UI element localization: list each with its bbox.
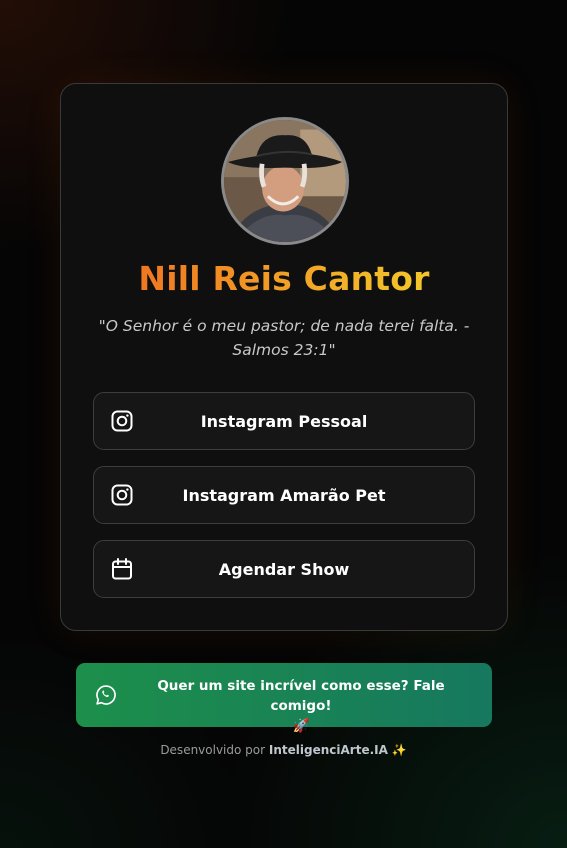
footer-brand-link[interactable]: InteligenciArte.IA [269,743,388,757]
instagram-pessoal-button[interactable]: Instagram Pessoal [93,392,475,450]
footer-prefix: Desenvolvido por [160,743,266,757]
agendar-show-button[interactable]: Agendar Show [93,540,475,598]
instagram-pessoal-label: Instagram Pessoal [200,412,368,431]
instagram-amarao-pet-button[interactable]: Instagram Amarão Pet [93,466,475,524]
sparkle-icon: ✨ [391,743,407,757]
whatsapp-icon [96,685,116,705]
avatar [221,117,349,245]
profile-quote: "O Senhor é o meu pastor; de nada terei … [98,317,470,359]
agendar-show-label: Agendar Show [218,560,350,579]
contact-cta-text: Quer um site incrível como esse? Fale co… [128,676,474,736]
rocket-emoji: 🚀 [292,718,310,734]
profile-card: Nill Reis Cantor "O Senhor é o meu pasto… [60,83,508,631]
contact-cta-label: Quer um site incrível como esse? Fale co… [157,678,445,714]
footer-credit: Desenvolvido por InteligenciArte.IA ✨ [0,743,567,757]
instagram-amarao-pet-label: Instagram Amarão Pet [182,486,386,505]
profile-name: Nill Reis Cantor [61,259,507,298]
contact-cta-button[interactable]: Quer um site incrível como esse? Fale co… [76,663,492,734]
profile-photo [224,120,346,242]
